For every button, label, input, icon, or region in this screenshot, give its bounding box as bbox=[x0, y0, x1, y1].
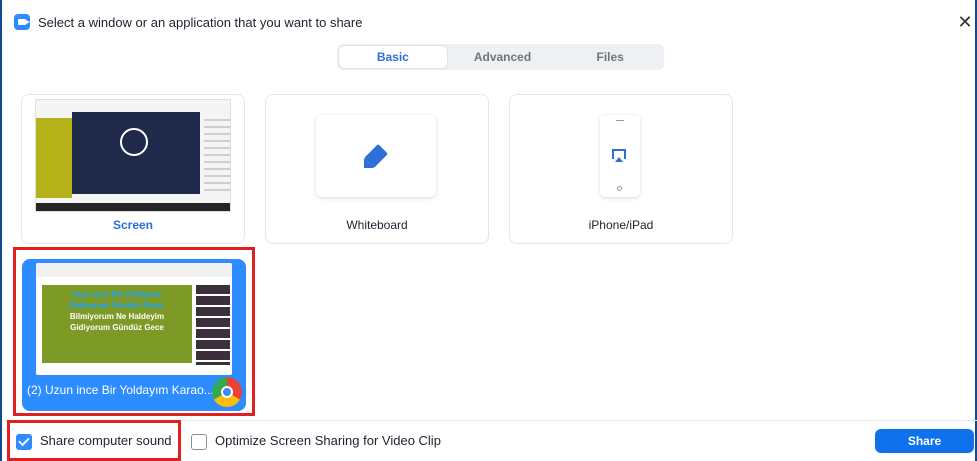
tab-files[interactable]: Files bbox=[556, 44, 664, 70]
screen-label: Screen bbox=[112, 218, 154, 232]
tab-basic[interactable]: Basic bbox=[339, 46, 447, 68]
screen-thumbnail bbox=[35, 99, 231, 212]
share-button[interactable]: Share bbox=[875, 429, 974, 453]
iphone-thumbnail bbox=[600, 115, 640, 197]
iphone-label: iPhone/iPad bbox=[588, 218, 654, 232]
optimize-label[interactable]: Optimize Screen Sharing for Video Clip bbox=[215, 433, 441, 448]
zoom-icon bbox=[14, 14, 30, 30]
iphone-ipad-option[interactable]: iPhone/iPad bbox=[509, 94, 733, 244]
share-dialog: Select a window or an application that y… bbox=[0, 0, 977, 461]
whiteboard-thumbnail bbox=[316, 115, 436, 197]
airplay-icon bbox=[612, 149, 626, 162]
close-icon[interactable]: ✕ bbox=[953, 10, 977, 34]
whiteboard-option[interactable]: Whiteboard bbox=[265, 94, 489, 244]
screen-option[interactable]: Screen bbox=[21, 94, 245, 244]
whiteboard-label: Whiteboard bbox=[346, 218, 408, 232]
taskbar bbox=[36, 203, 230, 211]
optimize-checkbox[interactable] bbox=[191, 434, 207, 450]
share-sound-highlight bbox=[7, 420, 181, 461]
title-bar: Select a window or an application that y… bbox=[4, 8, 977, 36]
share-tabs: Basic Advanced Files bbox=[337, 44, 664, 70]
dialog-title: Select a window or an application that y… bbox=[38, 14, 363, 30]
obs-logo-icon bbox=[120, 128, 148, 156]
tab-advanced[interactable]: Advanced bbox=[449, 44, 557, 70]
pen-icon bbox=[363, 143, 389, 169]
selection-highlight bbox=[13, 247, 255, 416]
